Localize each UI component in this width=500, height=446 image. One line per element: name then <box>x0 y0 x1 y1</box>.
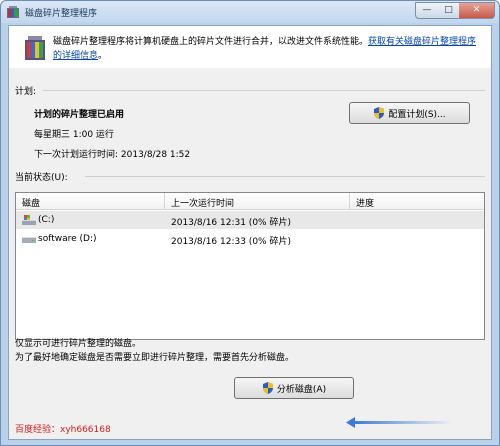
description-suffix: 。 <box>98 51 108 61</box>
schedule-next-run: 下一次计划运行时间: 2013/8/28 1:52 <box>34 150 191 160</box>
column-header-last-run[interactable]: 上一次运行时间 <box>171 196 234 209</box>
column-divider[interactable] <box>349 193 350 210</box>
table-header: 磁盘 上一次运行时间 进度 <box>16 193 484 210</box>
uac-shield-icon <box>262 382 273 394</box>
watermark-text: 百度经验：xyh666168 <box>15 425 111 435</box>
defrag-window: 磁盘碎片整理程序 — □ ✕ 磁盘碎片整理程序将计算机硬盘上的碎片文件进行合并，… <box>0 0 500 446</box>
header-description: 磁盘碎片整理程序将计算机硬盘上的碎片文件进行合并，以改进文件系统性能。获取有关磁… <box>53 35 483 63</box>
column-header-disk[interactable]: 磁盘 <box>22 196 40 209</box>
schedule-frequency: 每星期三 1:00 运行 <box>34 130 114 140</box>
status-divider <box>85 176 485 177</box>
column-header-progress[interactable]: 进度 <box>356 196 374 209</box>
note-eligible-disks: 仅显示可进行碎片整理的磁盘。 <box>15 339 142 349</box>
table-row[interactable]: (C:) 2013/8/16 12:31 (0% 碎片) <box>16 211 484 229</box>
arrow-icon <box>346 417 452 428</box>
schedule-section-label: 计划: <box>15 87 37 97</box>
analyze-disk-button[interactable]: 分析磁盘(A) <box>234 377 354 399</box>
disk-last-run: 2013/8/16 12:31 (0% 碎片) <box>171 218 291 228</box>
window-client-area: 磁盘碎片整理程序将计算机硬盘上的碎片文件进行合并，以改进文件系统性能。获取有关磁… <box>8 25 492 440</box>
header-band: 磁盘碎片整理程序将计算机硬盘上的碎片文件进行合并，以改进文件系统性能。获取有关磁… <box>9 26 491 68</box>
column-divider[interactable] <box>164 193 165 210</box>
configure-schedule-label: 配置计划(S)... <box>388 109 446 120</box>
defrag-large-icon <box>25 36 45 60</box>
disk-name: software (D:) <box>38 234 97 244</box>
disk-name: (C:) <box>38 215 55 225</box>
schedule-divider <box>43 90 485 91</box>
note-analyze-first: 为了最好地确定磁盘是否需要立即进行碎片整理，需要首先分析磁盘。 <box>15 353 295 363</box>
close-button[interactable]: ✕ <box>459 2 495 19</box>
description-text: 磁盘碎片整理程序将计算机硬盘上的碎片文件进行合并，以改进文件系统性能。 <box>53 37 369 47</box>
minimize-button[interactable]: — <box>415 2 439 19</box>
system-drive-icon <box>22 215 36 225</box>
status-section-label: 当前状态(U): <box>15 173 68 183</box>
configure-schedule-button[interactable]: 配置计划(S)... <box>349 102 470 124</box>
defrag-app-icon <box>7 6 19 18</box>
title-bar[interactable]: 磁盘碎片整理程序 — □ ✕ <box>1 1 499 23</box>
disk-last-run: 2013/8/16 12:33 (0% 碎片) <box>171 237 291 247</box>
analyze-disk-label: 分析磁盘(A) <box>276 384 327 395</box>
table-row[interactable]: software (D:) 2013/8/16 12:33 (0% 碎片) <box>16 230 484 248</box>
schedule-state: 计划的碎片整理已启用 <box>34 110 125 120</box>
window-title: 磁盘碎片整理程序 <box>25 9 98 19</box>
maximize-button[interactable]: □ <box>438 2 460 19</box>
disk-status-table[interactable]: 磁盘 上一次运行时间 进度 (C:) 2013/8/16 12:31 (0% 碎… <box>15 192 485 340</box>
uac-shield-icon <box>374 107 385 119</box>
drive-icon <box>22 237 36 243</box>
